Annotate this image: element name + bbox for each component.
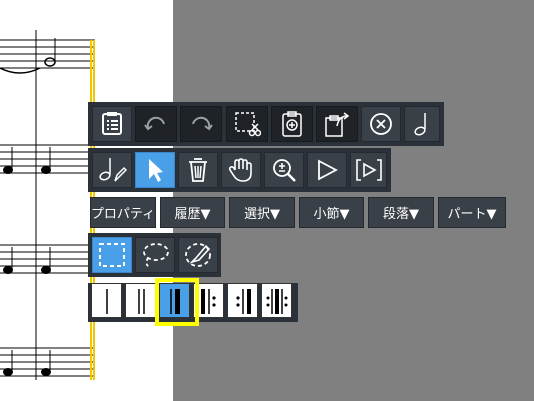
zoom-icon[interactable] [264,152,304,188]
selection-highlight [155,278,199,326]
redo-icon[interactable] [180,106,222,142]
double-barline-icon[interactable] [125,283,156,318]
cut-selection-icon[interactable] [226,106,268,142]
rectangle-select-icon[interactable] [92,237,132,273]
selection-menu[interactable]: 選択▼ [229,197,295,228]
lasso-select-icon[interactable] [135,237,175,273]
play-bracket-icon[interactable] [350,152,387,188]
menu-bar: プロパティ 履歴▼ 選択▼ 小節▼ 段落▼ パート▼ [88,197,509,230]
properties-menu[interactable]: プロパティ [90,197,156,228]
undo-icon[interactable] [135,106,177,142]
close-circle-icon[interactable] [361,106,401,142]
brush-select-icon[interactable] [178,237,218,273]
export-icon[interactable] [316,106,358,142]
hand-pan-icon[interactable] [221,152,261,188]
single-barline-icon[interactable] [91,283,122,318]
paste-clipboard-icon[interactable] [271,106,313,142]
measure-menu[interactable]: 小節▼ [299,197,364,228]
note-pencil-icon[interactable] [92,152,132,188]
part-menu[interactable]: パート▼ [438,197,506,228]
tool-toolbar [88,148,391,192]
repeat-both-icon[interactable] [261,283,292,318]
delete-trash-icon[interactable] [178,152,218,188]
paragraph-menu[interactable]: 段落▼ [368,197,434,228]
selection-toolbar [88,233,221,277]
play-icon[interactable] [307,152,347,188]
pointer-arrow-icon[interactable] [135,152,175,188]
repeat-end-icon[interactable] [227,283,258,318]
history-menu[interactable]: 履歴▼ [160,197,225,228]
score-list-icon[interactable] [92,106,132,142]
main-toolbar [88,102,444,146]
note-half-icon[interactable] [404,106,440,142]
